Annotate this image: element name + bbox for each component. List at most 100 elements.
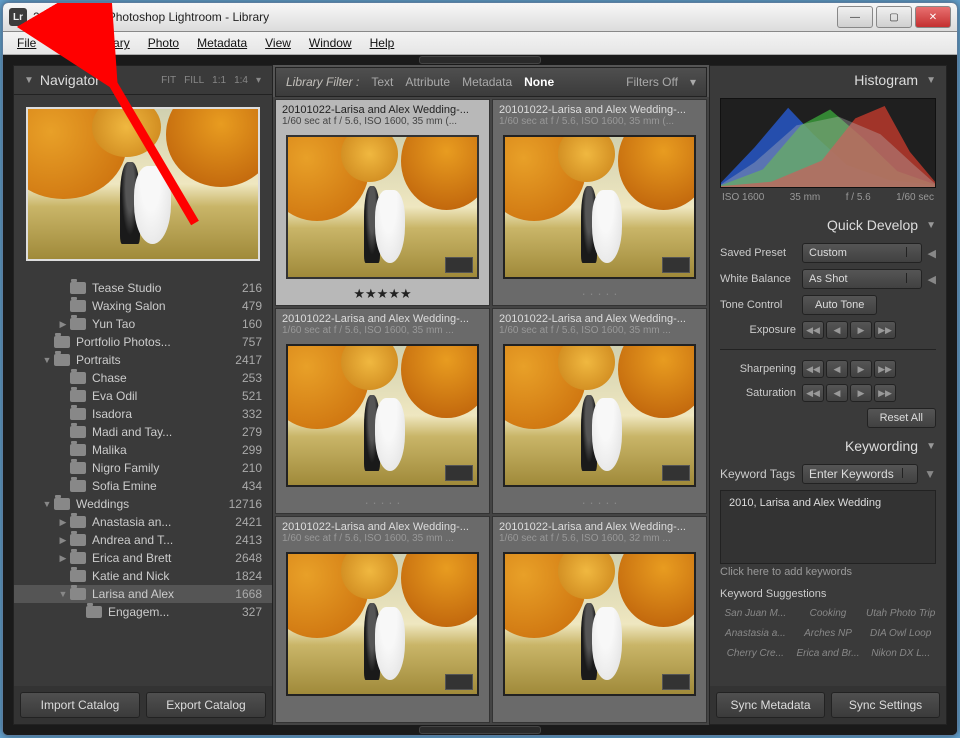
thumbnail-image[interactable] bbox=[286, 135, 479, 279]
chevron-down-icon[interactable]: ▾ bbox=[255, 75, 262, 86]
navigator-preview[interactable] bbox=[14, 95, 272, 273]
rating-stars[interactable]: · · · · · bbox=[276, 491, 489, 513]
rating-stars[interactable]: · · · · · bbox=[493, 283, 706, 305]
filter-tab-text[interactable]: Text bbox=[371, 75, 393, 89]
folder-row[interactable]: ▼Weddings12716 bbox=[14, 495, 272, 513]
saved-preset-select[interactable]: Custom bbox=[802, 243, 922, 263]
menu-metadata[interactable]: Metadata bbox=[189, 34, 255, 52]
folder-row[interactable]: Portfolio Photos...757 bbox=[14, 333, 272, 351]
folder-row[interactable]: ▶Anastasia an...2421 bbox=[14, 513, 272, 531]
rating-stars[interactable] bbox=[493, 700, 706, 722]
histogram-chart[interactable] bbox=[720, 98, 936, 188]
top-panel-toggle[interactable] bbox=[419, 56, 541, 64]
library-filter-bar[interactable]: Library Filter : Text Attribute Metadata… bbox=[275, 67, 707, 97]
close-button[interactable]: ✕ bbox=[915, 6, 951, 28]
quick-develop-header[interactable]: Quick Develop ▼ bbox=[710, 211, 946, 239]
add-keywords-link[interactable]: Click here to add keywords bbox=[720, 566, 936, 578]
folder-row[interactable]: Sofia Emine434 bbox=[14, 477, 272, 495]
keyword-suggestion[interactable]: San Juan M... bbox=[720, 604, 791, 622]
keyword-input[interactable]: 2010, Larisa and Alex Wedding bbox=[720, 490, 936, 564]
rating-stars[interactable]: · · · · · bbox=[493, 491, 706, 513]
thumbnail-cell[interactable]: 20101022-Larisa and Alex Wedding-...1/60… bbox=[275, 99, 490, 306]
white-balance-select[interactable]: As Shot bbox=[802, 269, 922, 289]
thumbnail-image[interactable] bbox=[503, 135, 696, 279]
folder-row[interactable]: Tease Studio216 bbox=[14, 279, 272, 297]
folder-row[interactable]: ▶Erica and Brett2648 bbox=[14, 549, 272, 567]
thumbnail-image[interactable] bbox=[503, 344, 696, 488]
chevron-down-icon[interactable]: ▾ bbox=[690, 75, 696, 89]
bottom-panel-toggle[interactable] bbox=[419, 726, 541, 734]
folder-row[interactable]: ▶Andrea and T...2413 bbox=[14, 531, 272, 549]
folder-row[interactable]: ▼Larisa and Alex1668 bbox=[14, 585, 272, 603]
thumbnail-cell[interactable]: 20101022-Larisa and Alex Wedding-...1/60… bbox=[492, 516, 707, 723]
folder-row[interactable]: ▼Portraits2417 bbox=[14, 351, 272, 369]
thumbnail-image[interactable] bbox=[286, 344, 479, 488]
navigator-zoom-options[interactable]: FIT FILL 1:1 1:4 ▾ bbox=[160, 75, 262, 86]
titlebar[interactable]: Lr 2010 - Adobe Photoshop Lightroom - Li… bbox=[3, 3, 957, 32]
keyword-suggestion[interactable]: Utah Photo Trip bbox=[865, 604, 936, 622]
sync-metadata-button[interactable]: Sync Metadata bbox=[716, 692, 825, 718]
thumbnail-cell[interactable]: 20101022-Larisa and Alex Wedding-...1/60… bbox=[275, 516, 490, 723]
filter-tab-metadata[interactable]: Metadata bbox=[462, 75, 512, 89]
menu-help[interactable]: Help bbox=[362, 34, 403, 52]
histogram-header[interactable]: Histogram ▼ bbox=[710, 66, 946, 94]
folder-row[interactable]: Isadora332 bbox=[14, 405, 272, 423]
folder-row[interactable]: Waxing Salon479 bbox=[14, 297, 272, 315]
saturation-stepper[interactable]: ◀◀◀▶▶▶ bbox=[802, 384, 896, 402]
thumbnail-cell[interactable]: 20101022-Larisa and Alex Wedding-...1/60… bbox=[492, 99, 707, 306]
nav-fill[interactable]: FILL bbox=[183, 75, 205, 86]
keyword-suggestion[interactable]: Anastasia a... bbox=[720, 624, 791, 642]
chevron-left-icon[interactable]: ◀ bbox=[928, 273, 936, 286]
export-catalog-button[interactable]: Export Catalog bbox=[146, 692, 266, 718]
filters-off-toggle[interactable]: Filters Off bbox=[626, 75, 678, 89]
menubar[interactable]: File Edit Library Photo Metadata View Wi… bbox=[3, 32, 957, 55]
chevron-left-icon[interactable]: ◀ bbox=[928, 247, 936, 260]
folder-row[interactable]: Malika299 bbox=[14, 441, 272, 459]
menu-view[interactable]: View bbox=[257, 34, 299, 52]
keyword-tags-mode[interactable]: Enter Keywords bbox=[802, 464, 918, 484]
menu-photo[interactable]: Photo bbox=[140, 34, 187, 52]
navigator-header[interactable]: ▼ Navigator FIT FILL 1:1 1:4 ▾ bbox=[14, 66, 272, 95]
thumbnail-cell[interactable]: 20101022-Larisa and Alex Wedding-...1/60… bbox=[492, 308, 707, 515]
maximize-button[interactable]: ▢ bbox=[876, 6, 912, 28]
thumbnail-cell[interactable]: 20101022-Larisa and Alex Wedding-...1/60… bbox=[275, 308, 490, 515]
folder-row[interactable]: Madi and Tay...279 bbox=[14, 423, 272, 441]
menu-window[interactable]: Window bbox=[301, 34, 360, 52]
filter-tab-attribute[interactable]: Attribute bbox=[405, 75, 450, 89]
menu-library[interactable]: Library bbox=[85, 34, 138, 52]
folder-row[interactable]: Nigro Family210 bbox=[14, 459, 272, 477]
minimize-button[interactable]: — bbox=[837, 6, 873, 28]
thumbnail-grid[interactable]: 20101022-Larisa and Alex Wedding-...1/60… bbox=[273, 97, 709, 725]
reset-all-button[interactable]: Reset All bbox=[867, 408, 936, 428]
nav-fit[interactable]: FIT bbox=[160, 75, 177, 86]
saturation-label: Saturation bbox=[720, 387, 796, 399]
filter-tab-none[interactable]: None bbox=[524, 75, 554, 89]
folder-row[interactable]: Eva Odil521 bbox=[14, 387, 272, 405]
menu-edit[interactable]: Edit bbox=[46, 34, 83, 52]
keyword-suggestion[interactable]: Cooking bbox=[793, 604, 864, 622]
nav-ratio[interactable]: 1:4 bbox=[233, 75, 249, 86]
exposure-stepper[interactable]: ◀◀◀▶▶▶ bbox=[802, 321, 896, 339]
keyword-suggestion[interactable]: Cherry Cre... bbox=[720, 644, 791, 662]
keyword-suggestion[interactable]: Erica and Br... bbox=[793, 644, 864, 662]
keywording-header[interactable]: Keywording ▼ bbox=[710, 432, 946, 460]
keyword-suggestion[interactable]: Arches NP bbox=[793, 624, 864, 642]
folder-row[interactable]: ▶Yun Tao160 bbox=[14, 315, 272, 333]
sync-settings-button[interactable]: Sync Settings bbox=[831, 692, 940, 718]
folder-row[interactable]: Engagem...327 bbox=[14, 603, 272, 621]
sharpening-stepper[interactable]: ◀◀◀▶▶▶ bbox=[802, 360, 896, 378]
thumbnail-image[interactable] bbox=[503, 552, 696, 696]
import-catalog-button[interactable]: Import Catalog bbox=[20, 692, 140, 718]
menu-file[interactable]: File bbox=[9, 34, 44, 52]
folder-row[interactable]: Chase253 bbox=[14, 369, 272, 387]
nav-1to1[interactable]: 1:1 bbox=[211, 75, 227, 86]
rating-stars[interactable] bbox=[276, 700, 489, 722]
keyword-suggestion[interactable]: DIA Owl Loop bbox=[865, 624, 936, 642]
keyword-suggestion[interactable]: Nikon DX L... bbox=[865, 644, 936, 662]
thumbnail-image[interactable] bbox=[286, 552, 479, 696]
folder-tree[interactable]: Tease Studio216Waxing Salon479▶Yun Tao16… bbox=[14, 273, 272, 686]
folder-row[interactable]: Katie and Nick1824 bbox=[14, 567, 272, 585]
auto-tone-button[interactable]: Auto Tone bbox=[802, 295, 877, 315]
rating-stars[interactable]: ★★★★★ bbox=[276, 283, 489, 305]
chevron-down-icon[interactable]: ▼ bbox=[924, 467, 936, 481]
